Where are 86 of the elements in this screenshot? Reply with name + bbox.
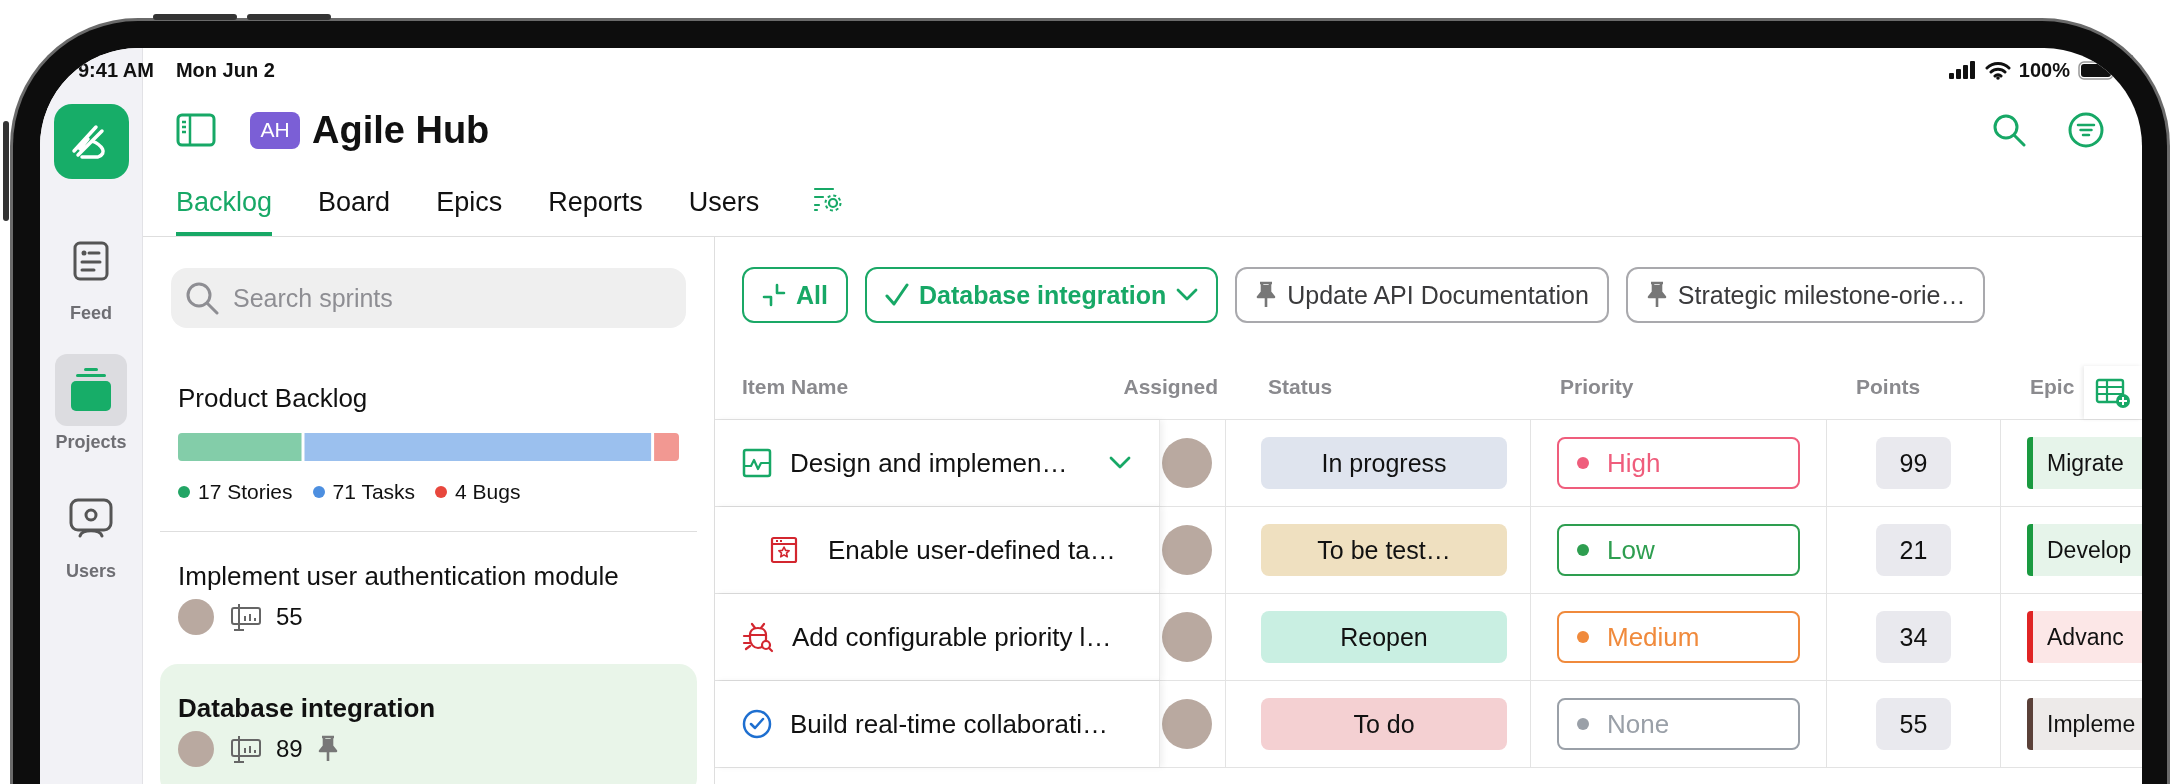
tab[interactable]: Reports bbox=[548, 187, 643, 236]
selected-sprint-card[interactable]: Database integration 89 bbox=[160, 664, 697, 784]
search-field[interactable]: Search sprints bbox=[171, 268, 686, 328]
app-title: Agile Hub bbox=[312, 108, 490, 152]
sprint-item[interactable]: Implement user authentication module 55 bbox=[160, 532, 697, 664]
avatar bbox=[1162, 699, 1212, 749]
check-icon bbox=[884, 283, 909, 307]
status-pill[interactable]: To do bbox=[1261, 698, 1507, 750]
column-header: Epic bbox=[2029, 375, 2075, 399]
battery-percent: 100% bbox=[2018, 58, 2070, 82]
item-title: Add configurable priority l… bbox=[792, 621, 1112, 653]
legend-label: 17 Stories bbox=[198, 479, 293, 505]
status-pill[interactable]: To be test… bbox=[1261, 524, 1507, 576]
search-icon bbox=[185, 281, 219, 315]
item-name-cell[interactable]: Enable user-defined ta… bbox=[715, 507, 1160, 593]
feed-icon bbox=[73, 241, 109, 281]
column-header: Status bbox=[1267, 375, 1334, 399]
pin-icon bbox=[1255, 281, 1278, 309]
signal-icon bbox=[1948, 61, 1977, 79]
pin-icon bbox=[1645, 281, 1668, 309]
story-points: 55 bbox=[276, 603, 303, 631]
status-pill[interactable]: Reopen bbox=[1261, 611, 1507, 663]
stack-icon bbox=[68, 367, 114, 413]
sidebar-toggle-icon bbox=[176, 113, 216, 147]
tab-settings-button[interactable] bbox=[813, 186, 844, 212]
column-header: Item Name bbox=[741, 375, 850, 399]
story-points: 89 bbox=[276, 735, 303, 763]
filter-chip[interactable]: Update API Documentation bbox=[1235, 267, 1609, 323]
points-pill: 21 bbox=[1875, 524, 1952, 576]
bug-icon bbox=[742, 621, 774, 653]
status-pill[interactable]: In progress bbox=[1261, 437, 1507, 489]
epic-tag[interactable]: Advanc bbox=[2027, 611, 2142, 663]
epic-tag[interactable]: Develop bbox=[2027, 524, 2142, 576]
status-date: Mon Jun 2 bbox=[175, 58, 275, 82]
item-name-cell[interactable]: Build real-time collaborati… bbox=[715, 681, 1160, 767]
tab[interactable]: Users bbox=[688, 187, 760, 236]
points-pill: 55 bbox=[1875, 698, 1952, 750]
points-pill: 34 bbox=[1875, 611, 1952, 663]
collapse-icon bbox=[762, 283, 786, 307]
sprint-title: Product Backlog bbox=[178, 382, 369, 415]
chevron-icon[interactable] bbox=[1109, 456, 1131, 470]
item-title: Design and implemen… bbox=[790, 447, 1068, 479]
epic-icon bbox=[742, 448, 772, 478]
legend-label: 4 Bugs bbox=[455, 479, 521, 505]
item-title: Enable user-defined ta… bbox=[828, 534, 1116, 566]
avatar bbox=[178, 599, 214, 635]
board-icon bbox=[228, 602, 262, 632]
epic-tag[interactable]: Impleme bbox=[2027, 698, 2142, 750]
avatar bbox=[1162, 612, 1212, 662]
sprint-item[interactable]: Product Backlog 17 Stories 71 Tasks 4 Bugs bbox=[160, 328, 697, 532]
check-circle-icon bbox=[742, 709, 772, 739]
avatar bbox=[178, 731, 214, 767]
user-card-icon bbox=[69, 498, 113, 540]
filter-button[interactable] bbox=[2068, 112, 2104, 148]
legend-label: 71 Tasks bbox=[332, 479, 416, 505]
column-header: Points bbox=[1855, 375, 1922, 399]
filter-icon bbox=[2068, 112, 2104, 148]
status-time: 9:41 AM bbox=[78, 58, 154, 82]
search-icon bbox=[1992, 113, 2026, 147]
caret-icon bbox=[1176, 288, 1199, 302]
add-column-button[interactable] bbox=[2084, 366, 2142, 419]
wifi-icon bbox=[1984, 60, 2011, 80]
story-icon bbox=[770, 536, 798, 564]
workspace-badge: AH bbox=[250, 111, 300, 149]
tab[interactable]: Epics bbox=[436, 187, 503, 236]
item-name-cell[interactable]: Add configurable priority l… bbox=[715, 594, 1160, 680]
sidebar-toggle-button[interactable] bbox=[176, 113, 216, 147]
board-icon bbox=[228, 734, 262, 764]
tab[interactable]: Board bbox=[318, 187, 391, 236]
add-column-icon bbox=[2095, 376, 2131, 409]
filter-chip[interactable]: Strategic milestone-orie… bbox=[1625, 267, 1986, 323]
avatar bbox=[1162, 438, 1212, 488]
rail-item[interactable]: Users bbox=[55, 483, 127, 582]
sprint-title: Database integration bbox=[178, 692, 437, 725]
rail-item[interactable]: Feed bbox=[55, 225, 127, 324]
search-button[interactable] bbox=[1992, 113, 2026, 147]
avatar bbox=[1162, 525, 1212, 575]
item-title: Build real-time collaborati… bbox=[790, 708, 1108, 740]
sprint-title: Implement user authentication module bbox=[178, 560, 620, 593]
column-header: Priority bbox=[1559, 375, 1635, 399]
app-logo[interactable] bbox=[53, 104, 129, 179]
points-pill: 99 bbox=[1875, 437, 1952, 489]
column-header: Assigned bbox=[1122, 375, 1219, 399]
epic-tag[interactable]: Migrate bbox=[2027, 437, 2142, 489]
settings-icon bbox=[813, 186, 844, 212]
item-name-cell[interactable]: Design and implemen… bbox=[715, 420, 1160, 506]
